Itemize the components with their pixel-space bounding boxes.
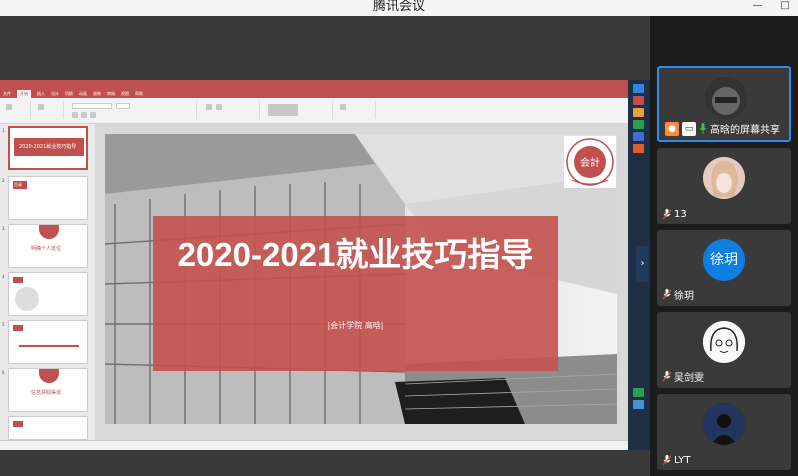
avatar: [703, 157, 745, 199]
screen-share-icon: ▭: [682, 121, 696, 136]
ppt-tab[interactable]: 设计: [51, 90, 59, 98]
thumbnail-number: 6: [2, 370, 5, 375]
thumbnail-number: 1: [2, 128, 5, 133]
find-icon[interactable]: [340, 104, 346, 110]
thumbnail-title: 目录: [14, 182, 22, 187]
slide-canvas: 2020-2021就业技巧指导 |会计学院 高晗| 会計: [95, 124, 628, 440]
slide-title: 2020-2021就业技巧指导: [177, 236, 534, 273]
slide-thumbnail[interactable]: 信息获取渠道: [8, 368, 88, 412]
participant-tile[interactable]: 13: [657, 148, 791, 224]
slide-thumbnail-pane: 1 2020-2021就业技巧指导 2 目录 3 明确个人定位 4 5 6 信息…: [0, 124, 95, 440]
thumbnail-graphic: [15, 287, 39, 311]
slide-thumbnail[interactable]: 目录: [8, 176, 88, 220]
minimize-button[interactable]: —: [753, 0, 763, 11]
shared-powerpoint-window: 文件 开始 插入 设计 切换 动画 放映 审阅 视图 帮助 1 2020-202…: [0, 80, 628, 450]
ppt-tab[interactable]: 视图: [121, 90, 129, 98]
app-icon: [633, 132, 644, 141]
avatar: [703, 403, 745, 445]
ppt-tab[interactable]: 审阅: [107, 90, 115, 98]
participant-tile[interactable]: ● ▭ 高晗的屏幕共享: [657, 66, 791, 142]
thumbnail-number: 3: [2, 226, 5, 231]
ppt-tab[interactable]: 切换: [65, 90, 73, 98]
numbering-icon[interactable]: [216, 104, 222, 110]
thumbnail-band: [39, 369, 59, 383]
thumbnail-number: 5: [2, 322, 5, 327]
slide-thumbnail[interactable]: [8, 416, 88, 440]
start-icon: [633, 84, 644, 93]
app-icon: [633, 144, 644, 153]
thumbnail-number: 2: [2, 178, 5, 183]
chevron-right-icon[interactable]: ›: [636, 246, 649, 282]
participant-name: 高晗的屏幕共享: [710, 125, 780, 136]
new-slide-icon[interactable]: [38, 104, 44, 110]
slide-thumbnail[interactable]: [8, 320, 88, 364]
tray-icon: [633, 400, 644, 409]
participant-name: 徐玥: [674, 291, 694, 302]
ppt-ribbon-tabs: 文件 开始 插入 设计 切换 动画 放映 审阅 视图 帮助: [0, 90, 628, 98]
thumbnail-band: [13, 277, 23, 283]
underline-icon[interactable]: [90, 112, 96, 118]
thumbnail-title: 明确个人定位: [31, 246, 62, 252]
ppt-tab[interactable]: 动画: [79, 90, 87, 98]
microphone-muted-icon: [663, 289, 671, 300]
participant-name: LYT: [674, 455, 691, 466]
italic-icon[interactable]: [81, 112, 87, 118]
ppt-tab[interactable]: 帮助: [135, 90, 143, 98]
thumbnail-band: [13, 421, 23, 427]
app-title: 腾讯会议: [372, 0, 425, 14]
ppt-tab[interactable]: 插入: [37, 90, 45, 98]
participant-panel: ● ▭ 高晗的屏幕共享 13 徐玥 徐玥 吴剑雯 LYT: [650, 16, 798, 476]
participant-tile[interactable]: LYT: [657, 394, 791, 470]
bold-icon[interactable]: [72, 112, 78, 118]
person-icon: ●: [665, 121, 679, 136]
microphone-muted-icon: [663, 455, 671, 466]
microphone-muted-icon: [663, 209, 671, 220]
app-icon: [633, 108, 644, 117]
shapes-gallery[interactable]: [268, 104, 298, 116]
microphone-muted-icon: [663, 371, 671, 382]
thumbnail-band: [39, 225, 59, 239]
title-band: 2020-2021就业技巧指导 |会计学院 高晗|: [153, 216, 558, 371]
maximize-button[interactable]: □: [781, 0, 790, 11]
app-titlebar: 腾讯会议 — □: [0, 0, 798, 16]
participant-name: 13: [674, 209, 687, 220]
app-icon: [633, 96, 644, 105]
thumbnail-title: 2020-2021就业技巧指导: [19, 144, 77, 150]
bullets-icon[interactable]: [206, 104, 212, 110]
slide-thumbnail[interactable]: 明确个人定位: [8, 224, 88, 268]
ppt-titlebar: [0, 80, 628, 90]
avatar: 徐玥: [703, 239, 745, 281]
ppt-tab[interactable]: 放映: [93, 90, 101, 98]
slide-thumbnail[interactable]: 2020-2021就业技巧指导: [8, 126, 88, 170]
seal-text: 会計: [580, 156, 600, 169]
college-seal-logo: 会計: [564, 136, 616, 188]
ppt-ribbon: [0, 98, 628, 124]
current-slide[interactable]: 2020-2021就业技巧指导 |会计学院 高晗| 会計: [105, 134, 617, 424]
slide-thumbnail[interactable]: [8, 272, 88, 316]
ppt-tab-active[interactable]: 开始: [17, 90, 31, 98]
thumbnail-timeline: [19, 345, 79, 347]
ppt-statusbar: [0, 440, 628, 450]
microphone-icon: [699, 123, 707, 134]
tray-icon: [633, 388, 644, 397]
ppt-tab[interactable]: 文件: [3, 90, 11, 98]
font-size-select[interactable]: [116, 103, 130, 109]
paste-icon[interactable]: [6, 104, 12, 110]
participant-tile[interactable]: 吴剑雯: [657, 312, 791, 388]
avatar: [705, 77, 747, 119]
thumbnail-band: [13, 325, 23, 331]
thumbnail-title: 信息获取渠道: [31, 390, 62, 396]
participant-tile[interactable]: 徐玥 徐玥: [657, 230, 791, 306]
app-icon: [633, 120, 644, 129]
slide-subtitle: |会计学院 高晗|: [327, 321, 384, 330]
thumbnail-number: 4: [2, 274, 5, 279]
avatar: [703, 321, 745, 363]
participant-name: 吴剑雯: [674, 373, 704, 384]
font-select[interactable]: [72, 103, 112, 109]
